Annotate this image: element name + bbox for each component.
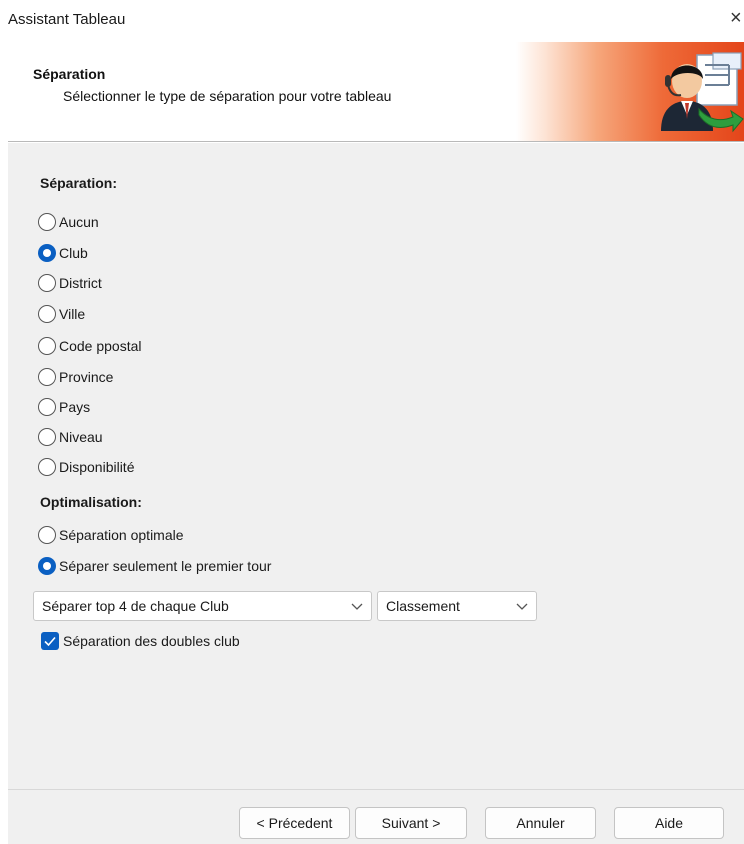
chevron-down-icon bbox=[516, 603, 528, 610]
top-separation-select[interactable]: Séparer top 4 de chaque Club bbox=[33, 591, 372, 621]
radio-niveau[interactable]: Niveau bbox=[38, 427, 103, 447]
radio-label: Code ppostal bbox=[59, 338, 142, 354]
checkbox-label: Séparation des doubles club bbox=[63, 633, 240, 649]
wizard-person-icon bbox=[661, 52, 744, 133]
radio-label: Pays bbox=[59, 399, 91, 415]
radio-district[interactable]: District bbox=[38, 273, 102, 293]
close-icon[interactable]: × bbox=[730, 6, 744, 32]
radio-label: District bbox=[59, 275, 102, 291]
select-value: Séparer top 4 de chaque Club bbox=[42, 598, 229, 614]
radio-pays[interactable]: Pays bbox=[38, 397, 90, 417]
title-bar: Assistant Tableau × bbox=[0, 0, 744, 40]
checkmark-icon bbox=[44, 636, 56, 647]
radio-button[interactable] bbox=[38, 274, 56, 292]
radio-label: Ville bbox=[59, 306, 86, 322]
radio-club[interactable]: Club bbox=[38, 243, 88, 263]
content-panel: Séparation: Aucun Club District Ville Co… bbox=[8, 143, 744, 789]
radio-label: Niveau bbox=[59, 429, 103, 445]
radio-ville[interactable]: Ville bbox=[38, 304, 85, 324]
radio-premier-tour[interactable]: Séparer seulement le premier tour bbox=[38, 556, 271, 576]
radio-disponibilite[interactable]: Disponibilité bbox=[38, 457, 134, 477]
header-subtitle: Sélectionner le type de séparation pour … bbox=[63, 88, 392, 104]
radio-button[interactable] bbox=[38, 213, 56, 231]
cancel-button[interactable]: Annuler bbox=[485, 807, 596, 839]
double-club-checkbox-row[interactable]: Séparation des doubles club bbox=[41, 631, 240, 651]
radio-label: Séparer seulement le premier tour bbox=[59, 558, 272, 574]
radio-separation-optimale[interactable]: Séparation optimale bbox=[38, 525, 184, 545]
separation-label: Séparation: bbox=[40, 175, 118, 191]
next-button[interactable]: Suivant > bbox=[355, 807, 467, 839]
ranking-select[interactable]: Classement bbox=[377, 591, 537, 621]
radio-button[interactable] bbox=[38, 526, 56, 544]
radio-button[interactable] bbox=[38, 428, 56, 446]
help-button[interactable]: Aide bbox=[614, 807, 724, 839]
radio-aucun[interactable]: Aucun bbox=[38, 212, 99, 232]
previous-button[interactable]: < Précedent bbox=[239, 807, 350, 839]
radio-button[interactable] bbox=[38, 398, 56, 416]
select-value: Classement bbox=[386, 598, 460, 614]
radio-button-selected[interactable] bbox=[38, 557, 56, 575]
double-club-checkbox[interactable] bbox=[41, 632, 59, 650]
wizard-header: Séparation Sélectionner le type de sépar… bbox=[8, 42, 744, 142]
radio-label: Club bbox=[59, 245, 88, 261]
chevron-down-icon bbox=[351, 603, 363, 610]
radio-button[interactable] bbox=[38, 337, 56, 355]
radio-button[interactable] bbox=[38, 368, 56, 386]
radio-button[interactable] bbox=[38, 458, 56, 476]
radio-label: Disponibilité bbox=[59, 459, 135, 475]
radio-button-selected[interactable] bbox=[38, 244, 56, 262]
radio-province[interactable]: Province bbox=[38, 367, 113, 387]
header-title: Séparation bbox=[33, 66, 106, 82]
optimisation-label: Optimalisation: bbox=[40, 494, 142, 510]
radio-code-postal[interactable]: Code ppostal bbox=[38, 336, 142, 356]
radio-button[interactable] bbox=[38, 305, 56, 323]
radio-label: Séparation optimale bbox=[59, 527, 184, 543]
radio-label: Aucun bbox=[59, 214, 99, 230]
button-bar: < Précedent Suivant > Annuler Aide bbox=[8, 789, 744, 844]
radio-label: Province bbox=[59, 369, 114, 385]
window-title: Assistant Tableau bbox=[8, 11, 126, 28]
